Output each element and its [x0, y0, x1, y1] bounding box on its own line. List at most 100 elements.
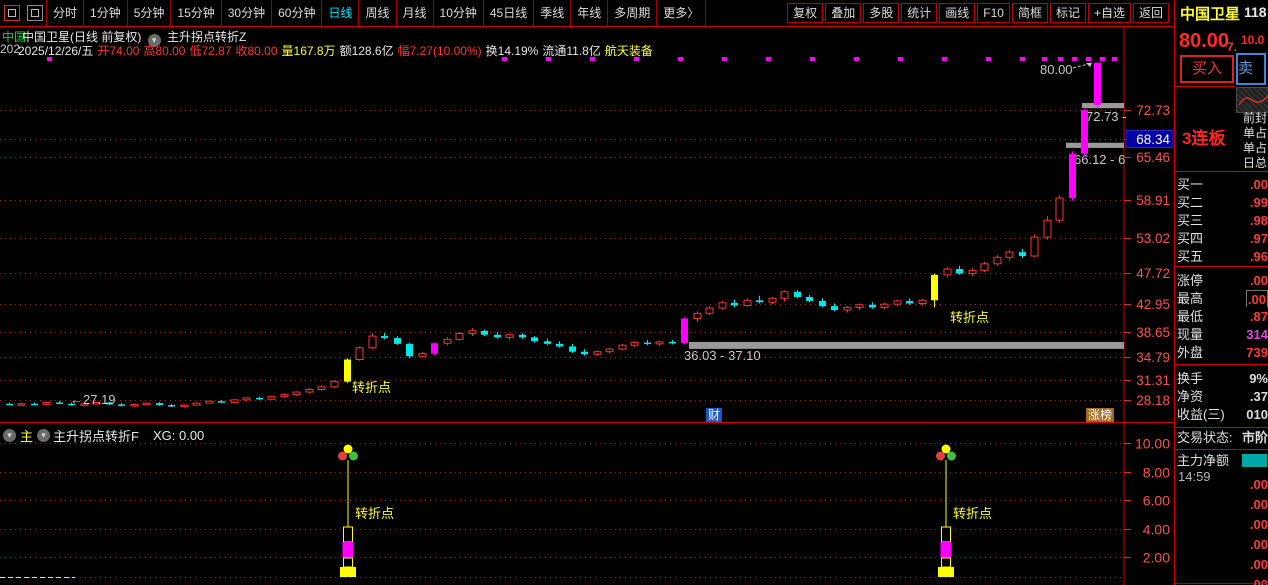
period-tab-30分钟[interactable]: 30分钟 — [222, 0, 273, 26]
top-toolbar: 分时 1分钟 5分钟 15分钟 30分钟 60分钟 日线 周线 月线 10分钟 45日线 季线 年线 多周… — [0, 0, 1174, 27]
trade-tick: .00 — [1175, 516, 1268, 533]
svg-text:53.02: 53.02 — [1136, 231, 1170, 246]
row-value: 314 — [1246, 327, 1268, 342]
subchart-header: ▾ 主 ▾ 主升拐点转折F XG: 0.00 — [0, 424, 1124, 446]
period-tab-60分钟[interactable]: 60分钟 — [272, 0, 323, 26]
subchart-panel-tag[interactable]: 主 — [20, 426, 33, 445]
period-tab-45日线[interactable]: 45日线 — [484, 0, 535, 26]
period-tab-5分钟[interactable]: 5分钟 — [128, 0, 172, 26]
panel-row: 涨停 .00 — [1175, 272, 1268, 289]
period-tab-日线[interactable]: 日线 — [322, 0, 360, 26]
panel-row: 买五 .96 — [1175, 248, 1268, 265]
window-split-icon[interactable] — [27, 5, 43, 21]
main-chart-canvas[interactable]: 72.73 68.34 65.46 58.91 53.02 47.72 42.95 38.65… — [0, 0, 1174, 585]
sell-button[interactable]: 卖出 — [1236, 53, 1266, 85]
panel-row: 最高 .00 — [1175, 290, 1268, 307]
row-label: 买四 — [1177, 231, 1204, 246]
svg-text:28.18: 28.18 — [1136, 393, 1170, 408]
row-value: .37 — [1249, 389, 1268, 404]
info-field: 换14.19% — [485, 44, 539, 58]
collapse-circle-icon[interactable]: ▾ — [3, 428, 16, 442]
subchart-xg-value: XG: 0.00 — [152, 427, 205, 443]
row-value: .00 — [1249, 177, 1268, 192]
row-label: 外盘 — [1177, 345, 1204, 360]
panel-row: 现量 314 — [1175, 326, 1268, 343]
divider — [1175, 427, 1268, 428]
row-label: 最低 — [1177, 309, 1204, 324]
price-change: 7. — [1227, 40, 1238, 54]
rank-list-badge[interactable]: 涨榜 — [1086, 408, 1115, 422]
row-value: 9% — [1249, 371, 1268, 386]
svg-text:47.72: 47.72 — [1136, 266, 1170, 281]
period-tab-分时[interactable]: 分时 — [46, 0, 85, 26]
row-label: 买五 — [1177, 249, 1204, 264]
tool-button-画线[interactable]: 画线 — [939, 3, 976, 23]
svg-text:38.65: 38.65 — [1136, 325, 1170, 340]
info-field: 量167.8万 — [281, 44, 336, 58]
tool-button-标记[interactable]: 标记 — [1049, 3, 1086, 23]
row-label: 买一 — [1177, 177, 1204, 192]
trade-tick: .00 — [1175, 476, 1268, 493]
main-net-color-block — [1242, 454, 1267, 467]
info-field: 额128.6亿 — [339, 44, 394, 58]
quote-panel: 中国卫星 118 80.00 7. 10.0 买入 卖出 3连板 前封单占单占日… — [1174, 0, 1268, 585]
period-tab-更多〉[interactable]: 更多〉 — [657, 0, 707, 26]
info-field: 流通11.8亿 — [542, 44, 601, 58]
stock-name: 中国卫星 — [1180, 6, 1241, 23]
svg-text:80.00: 80.00 — [1040, 62, 1073, 77]
panel-row: 买一 .00 — [1175, 176, 1268, 193]
svg-text:34.79: 34.79 — [1136, 350, 1170, 365]
svg-text:6.00: 6.00 — [1143, 493, 1170, 509]
period-tab-1分钟[interactable]: 1分钟 — [84, 0, 128, 26]
divider — [1175, 171, 1268, 172]
tool-button-复权[interactable]: 复权 — [787, 3, 824, 23]
subchart-indicator-name[interactable]: 主升拐点转折F — [53, 426, 139, 445]
last-price: 80.00 — [1179, 30, 1230, 52]
tool-button-+自选[interactable]: +自选 — [1087, 3, 1131, 23]
svg-text:72.73 -: 72.73 - — [1086, 109, 1126, 124]
row-value: 010 — [1246, 407, 1268, 422]
row-value: .00 — [1245, 290, 1268, 307]
divider — [1175, 449, 1268, 450]
trade-tick: .00 — [1175, 496, 1268, 513]
period-tab-周线[interactable]: 周线 — [359, 0, 397, 26]
panel-row: 买二 .99 — [1175, 194, 1268, 211]
period-tab-多周期[interactable]: 多周期 — [608, 0, 658, 26]
divider — [1175, 364, 1268, 365]
tool-button-多股[interactable]: 多股 — [863, 3, 900, 23]
period-tab-年线[interactable]: 年线 — [571, 0, 609, 26]
trade-status-row: 交易状态: 市阶 — [1175, 429, 1268, 446]
svg-text:4.00: 4.00 — [1143, 522, 1170, 538]
finance-news-badge[interactable]: 财 — [706, 408, 723, 422]
svg-text:42.95: 42.95 — [1136, 297, 1170, 312]
tool-button-叠加[interactable]: 叠加 — [825, 3, 862, 23]
panel-row: 买三 .98 — [1175, 212, 1268, 229]
info-field: 航天装备 — [604, 44, 653, 58]
row-value: 739 — [1246, 345, 1268, 360]
tool-button-返回[interactable]: 返回 — [1132, 3, 1169, 23]
main-net-label: 主力净额 — [1177, 453, 1230, 468]
row-label: 涨停 — [1177, 273, 1204, 288]
info-field: 收80.00 — [235, 44, 278, 58]
row-label: 现量 — [1177, 327, 1204, 342]
svg-text:36.03 - 37.10: 36.03 - 37.10 — [684, 348, 761, 363]
trade-status-value: 市阶 — [1241, 430, 1268, 445]
tool-button-简框[interactable]: 简框 — [1011, 3, 1048, 23]
price-change-pct: 10.0 — [1241, 33, 1265, 47]
period-tab-季线[interactable]: 季线 — [534, 0, 572, 26]
svg-text:68.34: 68.34 — [1136, 132, 1170, 147]
period-tab-15分钟[interactable]: 15分钟 — [171, 0, 222, 26]
trade-price: .00 — [1249, 517, 1268, 532]
chevron-circle-icon[interactable]: ▾ — [37, 428, 51, 442]
tool-button-统计[interactable]: 统计 — [901, 3, 938, 23]
row-value: .96 — [1249, 249, 1268, 264]
window-layout-icon[interactable] — [4, 5, 20, 21]
row-label: 买三 — [1177, 213, 1204, 228]
period-tab-10分钟[interactable]: 10分钟 — [434, 0, 484, 26]
tool-button-F10[interactable]: F10 — [977, 3, 1010, 23]
svg-text:10.00: 10.00 — [1135, 436, 1170, 452]
info-field: 低72.87 — [189, 44, 232, 58]
buy-button[interactable]: 买入 — [1180, 55, 1234, 83]
trade-price: .00 — [1249, 497, 1268, 512]
period-tab-月线[interactable]: 月线 — [397, 0, 434, 26]
